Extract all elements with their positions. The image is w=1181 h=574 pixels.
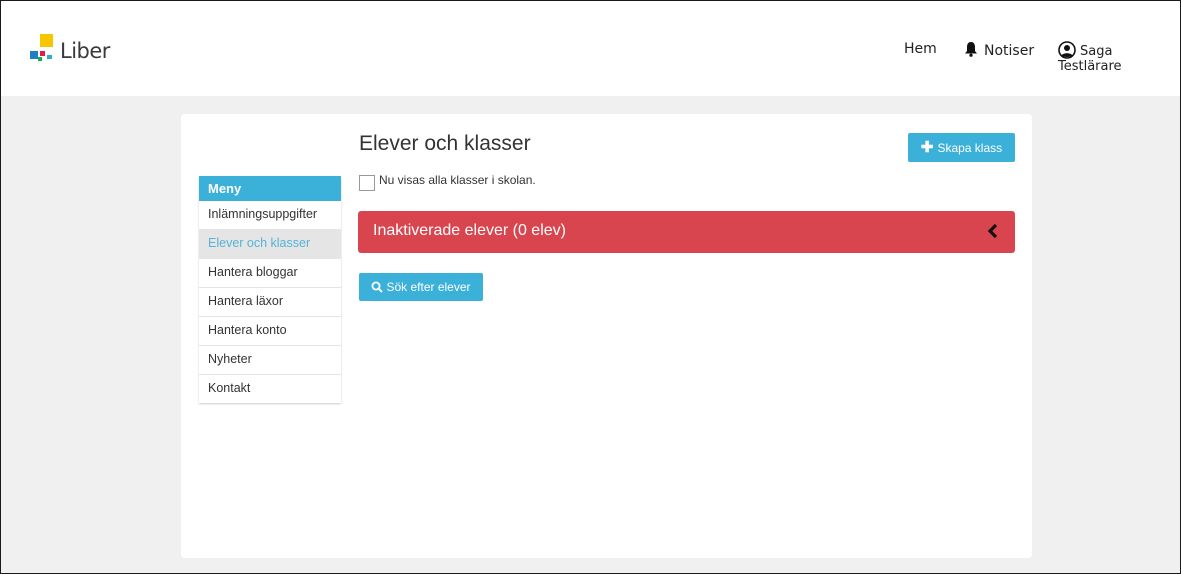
nav-notifications-label: Notiser [984, 43, 1035, 59]
nav-home-link[interactable]: Hem [904, 41, 937, 57]
brand-name: Liber [60, 39, 110, 63]
sidebar-menu: Meny Inlämningsuppgifter Elever och klas… [199, 176, 341, 403]
show-all-classes-row: Nu visas alla klasser i skolan. [359, 173, 536, 191]
nav-user-menu[interactable]: Saga Testlärare [1058, 41, 1180, 74]
inactive-students-panel[interactable]: Inaktiverade elever (0 elev) [358, 211, 1015, 253]
sidebar-item-hantera-laxor[interactable]: Hantera läxor [199, 288, 341, 317]
logo-red-square [40, 51, 45, 56]
create-class-label: Skapa klass [937, 141, 1003, 155]
liber-logo[interactable]: Liber [28, 34, 110, 66]
show-all-classes-label: Nu visas alla klasser i skolan. [379, 173, 536, 187]
app-window: Liber Hem Notiser Saga Testlärare Meny I… [0, 0, 1181, 574]
plus-icon: ✚ [920, 139, 934, 156]
sidebar-item-nyheter[interactable]: Nyheter [199, 346, 341, 375]
search-students-label: Sök efter elever [386, 280, 471, 294]
content-card: Meny Inlämningsuppgifter Elever och klas… [181, 114, 1032, 558]
sidebar-item-inlamningsuppgifter[interactable]: Inlämningsuppgifter [199, 201, 341, 230]
user-circle-icon [1058, 41, 1076, 59]
search-students-button[interactable]: Sök efter elever [359, 273, 483, 301]
sidebar-item-hantera-konto[interactable]: Hantera konto [199, 317, 341, 346]
nav-notifications-link[interactable]: Notiser [964, 41, 1034, 59]
show-all-classes-checkbox[interactable] [359, 175, 375, 191]
sidebar-heading: Meny [199, 176, 341, 201]
logo-green-square [38, 57, 42, 61]
sidebar-item-hantera-bloggar[interactable]: Hantera bloggar [199, 259, 341, 288]
sidebar-item-kontakt[interactable]: Kontakt [199, 375, 341, 403]
page-title: Elever och klasser [359, 132, 531, 155]
top-navigation-bar: Liber Hem Notiser Saga Testlärare [1, 1, 1180, 96]
create-class-button[interactable]: ✚ Skapa klass [908, 133, 1015, 162]
logo-teal-square [47, 55, 52, 59]
logo-blue-square [30, 51, 38, 59]
logo-yellow-square [40, 34, 53, 47]
sidebar-item-elever-och-klasser[interactable]: Elever och klasser [199, 230, 341, 259]
bell-icon [965, 42, 977, 57]
chevron-left-icon [987, 224, 998, 238]
inactive-students-title: Inaktiverade elever (0 elev) [373, 222, 566, 239]
search-icon [371, 281, 384, 293]
